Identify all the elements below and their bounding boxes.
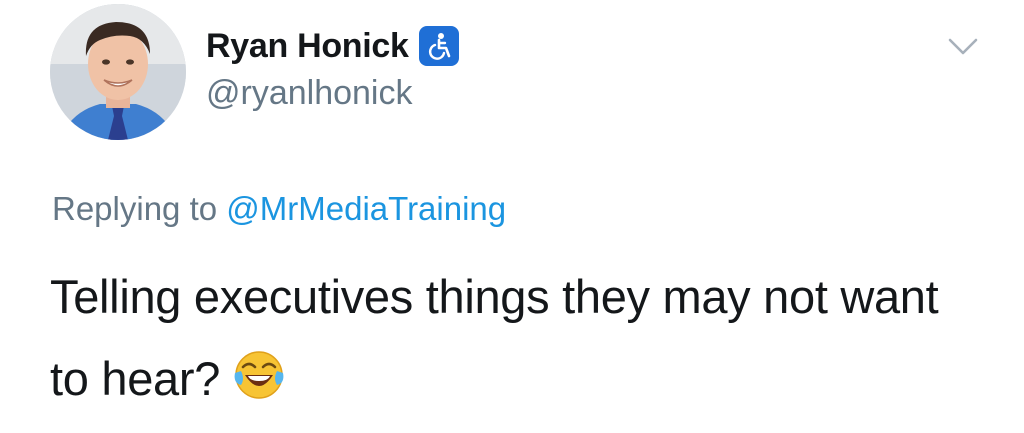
tweet-card: Ryan Honick @ryanlhonick Replying to @Mr…	[0, 0, 1024, 433]
tweet-body: Telling executives things they may not w…	[50, 270, 939, 405]
face-with-tears-of-joy-icon	[233, 344, 285, 399]
display-name[interactable]: Ryan Honick	[206, 27, 409, 66]
reply-mention-link[interactable]: @MrMediaTraining	[226, 190, 506, 227]
avatar[interactable]	[50, 4, 186, 140]
replying-to-label: Replying to	[52, 190, 218, 227]
tweet-text: Telling executives things they may not w…	[50, 256, 980, 420]
chevron-down-icon[interactable]	[946, 34, 980, 60]
author-name-row: Ryan Honick	[206, 20, 459, 72]
replying-to-line: Replying to @MrMediaTraining	[52, 190, 506, 228]
wheelchair-accessibility-icon	[418, 26, 459, 66]
username-handle[interactable]: @ryanlhonick	[206, 74, 413, 113]
